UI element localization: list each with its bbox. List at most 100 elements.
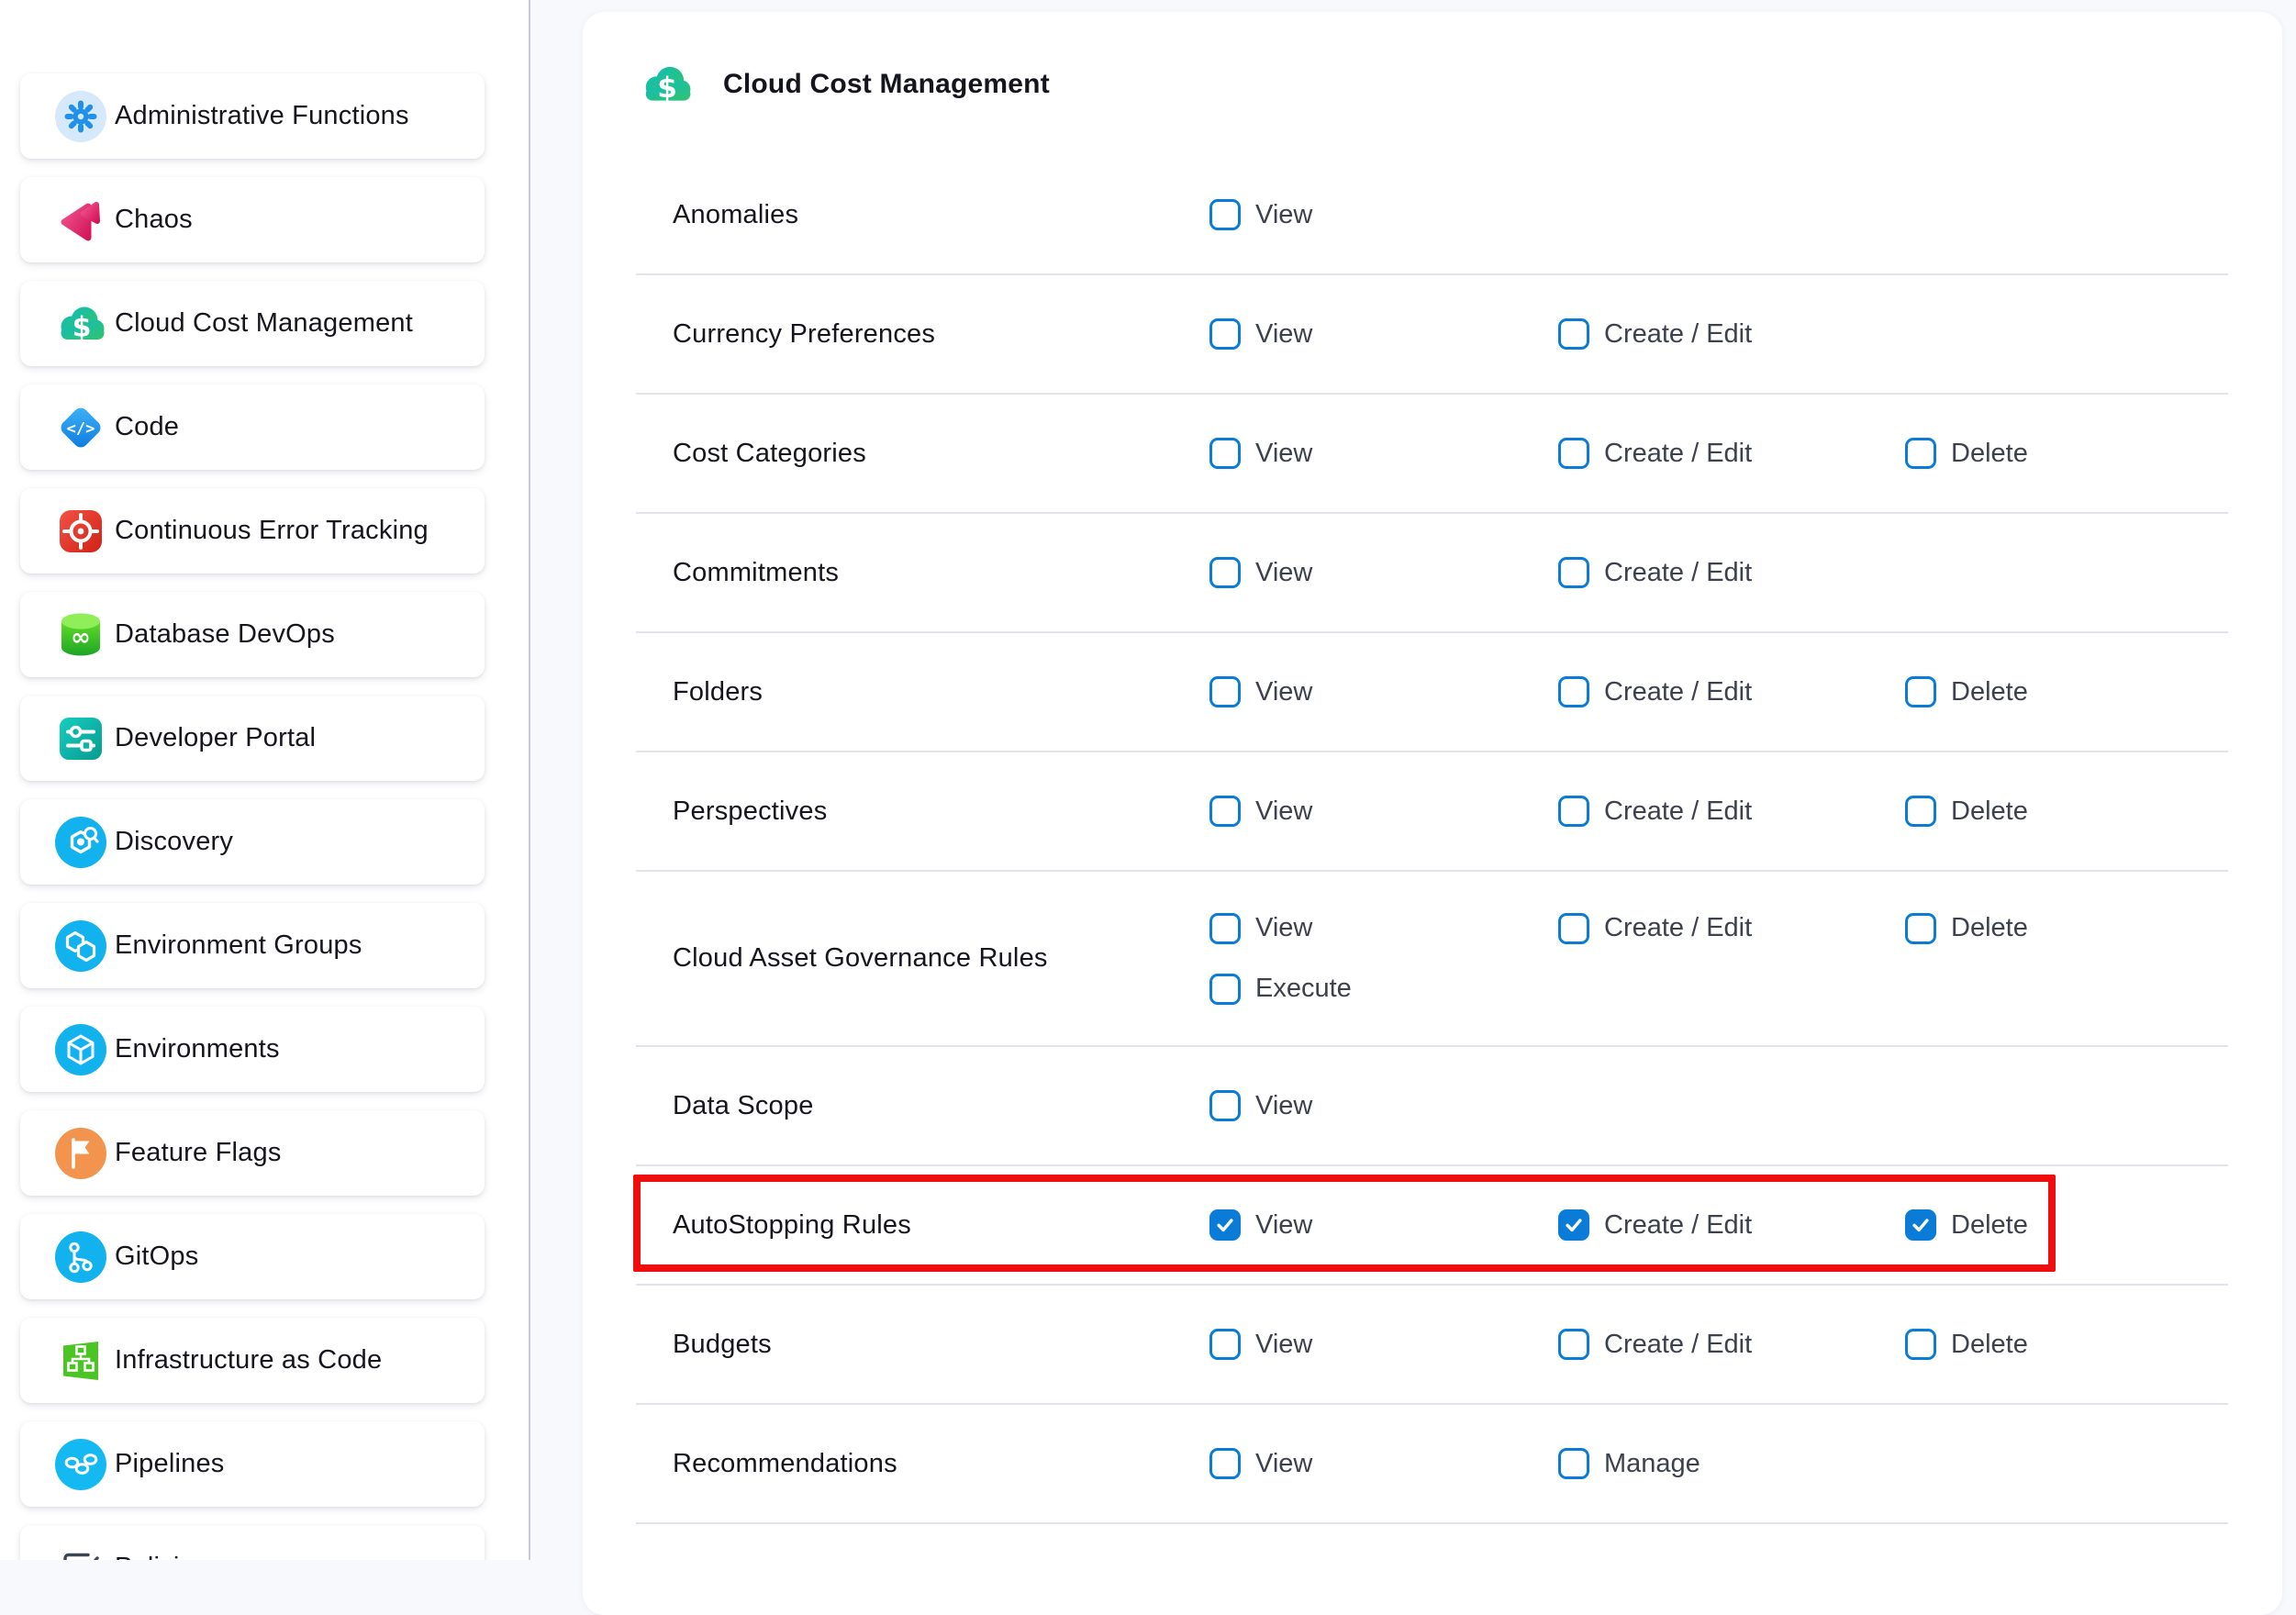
- permission-checkbox-group[interactable]: View: [1209, 199, 1312, 230]
- checkbox[interactable]: [1558, 796, 1589, 827]
- permission-row: AutoStopping Rules View Create / Edit De…: [636, 1166, 2228, 1286]
- checkbox[interactable]: [1209, 1329, 1241, 1360]
- permission-row-label: AutoStopping Rules: [673, 1166, 911, 1284]
- permission-checkbox-group[interactable]: View: [1209, 318, 1312, 350]
- sidebar-item-label: Policies: [115, 1553, 208, 1560]
- checkbox[interactable]: [1558, 1448, 1589, 1479]
- permission-checkbox-group[interactable]: Delete: [1905, 1209, 2028, 1241]
- permission-checkbox-group[interactable]: Delete: [1905, 438, 2028, 469]
- permission-checkbox-group[interactable]: Create / Edit: [1558, 676, 1752, 707]
- developer-portal-icon: [55, 713, 106, 764]
- sidebar-item-environment-groups[interactable]: Environment Groups: [20, 903, 485, 988]
- permission-checkbox-group[interactable]: Delete: [1905, 676, 2028, 707]
- permission-label: Delete: [1951, 677, 2028, 707]
- permission-label: Create / Edit: [1604, 913, 1752, 943]
- checkbox[interactable]: [1209, 557, 1241, 588]
- svg-text:∞: ∞: [71, 624, 91, 652]
- permission-checkbox-group[interactable]: Create / Edit: [1558, 796, 1752, 827]
- pipelines-icon: [55, 1439, 106, 1490]
- checkbox[interactable]: [1209, 796, 1241, 827]
- permission-label: Create / Edit: [1604, 1330, 1752, 1360]
- permission-checkbox-group[interactable]: Delete: [1905, 913, 2028, 944]
- permission-checkbox-group[interactable]: Execute: [1209, 974, 1352, 1005]
- checkbox[interactable]: [1209, 1448, 1241, 1479]
- sidebar-item-iac[interactable]: Infrastructure as Code: [20, 1318, 485, 1403]
- permission-checkbox-group[interactable]: View: [1209, 913, 1312, 944]
- permission-row: Commitments View Create / Edit: [636, 514, 2228, 633]
- svg-text:</>: </>: [67, 419, 95, 438]
- checkbox[interactable]: [1209, 1090, 1241, 1121]
- checkbox[interactable]: [1558, 318, 1589, 350]
- checkbox[interactable]: [1558, 1329, 1589, 1360]
- sidebar-item-database-devops[interactable]: ∞ Database DevOps: [20, 592, 485, 677]
- checkbox[interactable]: [1209, 199, 1241, 230]
- permission-checkbox-group[interactable]: View: [1209, 438, 1312, 469]
- checkbox[interactable]: [1905, 913, 1936, 944]
- feature-flags-icon: [55, 1128, 106, 1179]
- permission-checkbox-group[interactable]: Delete: [1905, 796, 2028, 827]
- permission-checkbox-group[interactable]: View: [1209, 1329, 1312, 1360]
- checkbox[interactable]: [1209, 974, 1241, 1005]
- checkbox[interactable]: [1558, 913, 1589, 944]
- sidebar-item-label: Environment Groups: [115, 930, 362, 961]
- permission-checkbox-group[interactable]: Create / Edit: [1558, 913, 1752, 944]
- permission-label: View: [1255, 1449, 1312, 1479]
- permission-checkbox-group[interactable]: Create / Edit: [1558, 1209, 1752, 1241]
- svg-text:$: $: [657, 71, 677, 104]
- permission-label: Delete: [1951, 796, 2028, 827]
- permission-label: View: [1255, 796, 1312, 827]
- permission-checkbox-group[interactable]: View: [1209, 1209, 1312, 1241]
- permission-label: Delete: [1951, 913, 2028, 943]
- permission-row-label: Cloud Asset Governance Rules: [673, 872, 1048, 1045]
- permission-row: Currency Preferences View Create / Edit: [636, 275, 2228, 395]
- permission-label: Create / Edit: [1604, 677, 1752, 707]
- sidebar-item-label: Infrastructure as Code: [115, 1345, 382, 1376]
- sidebar-item-developer-portal[interactable]: Developer Portal: [20, 696, 485, 781]
- sidebar-item-environments[interactable]: Environments: [20, 1007, 485, 1092]
- permission-checkbox-group[interactable]: Create / Edit: [1558, 318, 1752, 350]
- checkbox[interactable]: [1905, 796, 1936, 827]
- chaos-icon: [55, 195, 106, 246]
- sidebar-item-gear[interactable]: Administrative Functions: [20, 73, 485, 159]
- checkbox[interactable]: [1905, 438, 1936, 469]
- permission-checkbox-group[interactable]: View: [1209, 796, 1312, 827]
- checkbox[interactable]: [1905, 1209, 1936, 1241]
- checkbox[interactable]: [1905, 676, 1936, 707]
- sidebar-item-cloud-cost[interactable]: $ Cloud Cost Management: [20, 281, 485, 366]
- sidebar-item-code[interactable]: </> Code: [20, 384, 485, 470]
- permission-checkbox-group[interactable]: Create / Edit: [1558, 557, 1752, 588]
- permission-label: View: [1255, 1091, 1312, 1121]
- checkbox[interactable]: [1209, 438, 1241, 469]
- permission-checkbox-group[interactable]: Manage: [1558, 1448, 1700, 1479]
- iac-icon: [55, 1335, 106, 1387]
- permission-label: Create / Edit: [1604, 558, 1752, 588]
- checkbox[interactable]: [1905, 1329, 1936, 1360]
- permission-checkbox-group[interactable]: Create / Edit: [1558, 1329, 1752, 1360]
- sidebar-item-feature-flags[interactable]: Feature Flags: [20, 1110, 485, 1196]
- checkbox[interactable]: [1558, 1209, 1589, 1241]
- permission-label: Delete: [1951, 1330, 2028, 1360]
- sidebar-item-discovery[interactable]: Discovery: [20, 799, 485, 885]
- sidebar-item-label: Developer Portal: [115, 723, 316, 753]
- checkbox[interactable]: [1558, 438, 1589, 469]
- checkbox[interactable]: [1209, 318, 1241, 350]
- checkbox[interactable]: [1209, 676, 1241, 707]
- permission-checkbox-group[interactable]: View: [1209, 676, 1312, 707]
- checkbox[interactable]: [1558, 676, 1589, 707]
- permission-checkbox-group[interactable]: View: [1209, 1090, 1312, 1121]
- sidebar-item-error-tracking[interactable]: Continuous Error Tracking: [20, 488, 485, 574]
- sidebar-item-pipelines[interactable]: Pipelines: [20, 1421, 485, 1507]
- sidebar-item-gitops[interactable]: GitOps: [20, 1214, 485, 1299]
- permission-checkbox-group[interactable]: Delete: [1905, 1329, 2028, 1360]
- checkbox[interactable]: [1209, 913, 1241, 944]
- sidebar-item-policies[interactable]: Policies: [20, 1525, 485, 1560]
- checkbox[interactable]: [1558, 557, 1589, 588]
- permission-checkbox-group[interactable]: View: [1209, 557, 1312, 588]
- permission-label: Execute: [1255, 974, 1352, 1004]
- permission-checkbox-group[interactable]: Create / Edit: [1558, 438, 1752, 469]
- sidebar-item-chaos[interactable]: Chaos: [20, 177, 485, 262]
- sidebar-item-label: Pipelines: [115, 1449, 225, 1479]
- permission-checkbox-group[interactable]: View: [1209, 1448, 1312, 1479]
- permission-label: Delete: [1951, 1210, 2028, 1241]
- checkbox[interactable]: [1209, 1209, 1241, 1241]
